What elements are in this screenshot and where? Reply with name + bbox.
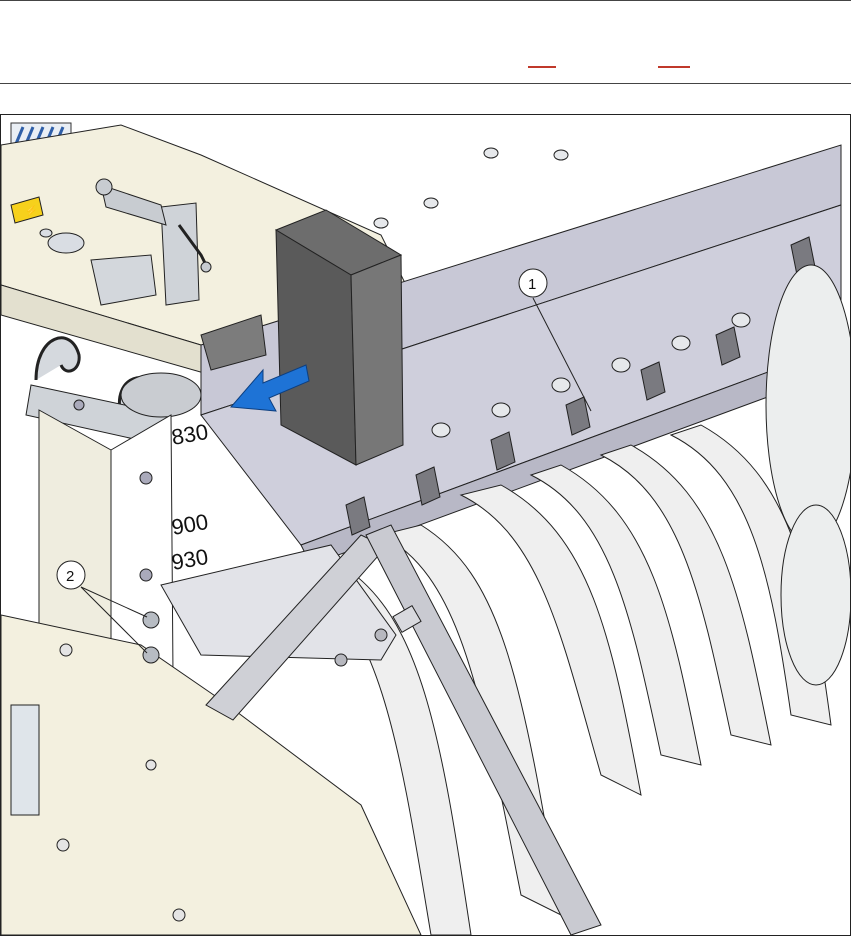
header-link-underline-2[interactable] xyxy=(658,66,690,68)
header-top-rule xyxy=(0,0,851,1)
svg-text:⚡: ⚡ xyxy=(25,204,37,217)
installation-illustration: ⚡ 830 900 930 1 2 xyxy=(1,115,850,935)
callout-1-label: 1 xyxy=(528,276,536,293)
header-bottom-rule xyxy=(0,83,851,84)
callout-2-label: 2 xyxy=(66,568,74,585)
figure-frame: ⚡ 830 900 930 1 2 xyxy=(0,114,851,936)
header-link-underline-1[interactable] xyxy=(528,66,556,68)
cylinder-part xyxy=(120,372,202,418)
